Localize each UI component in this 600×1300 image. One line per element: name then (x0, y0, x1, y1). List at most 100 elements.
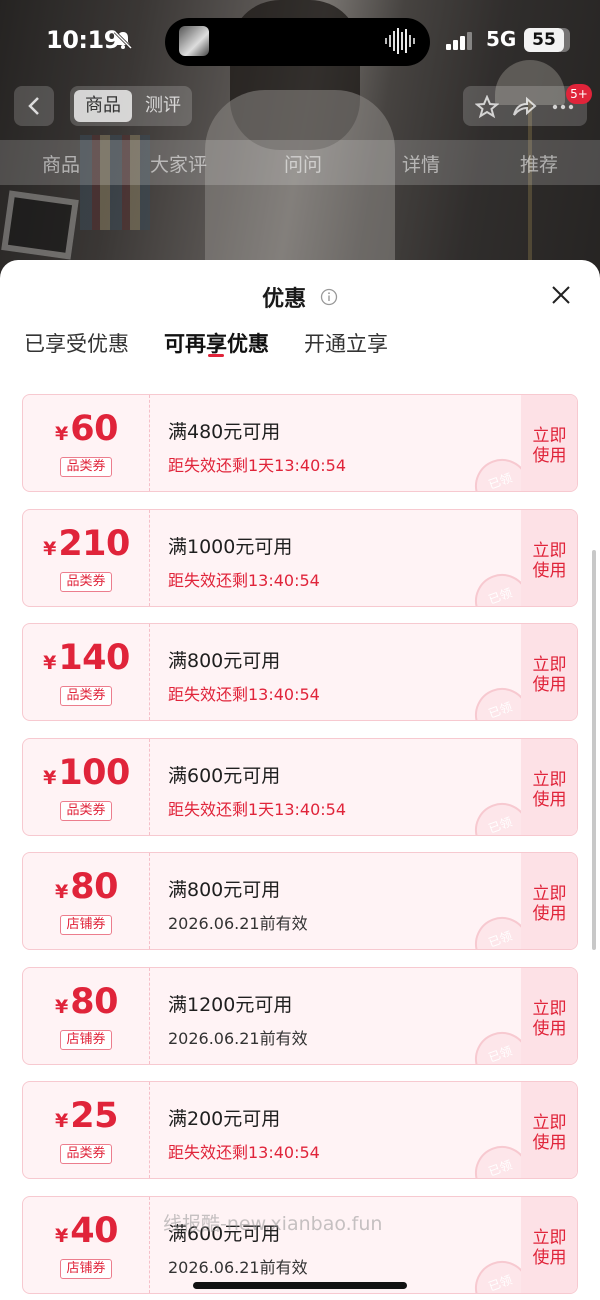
back-button[interactable] (14, 86, 54, 126)
use-now-button[interactable]: 立即 使用 (521, 967, 577, 1064)
coupon-expiry: 距失效还剩1天13:40:54 (168, 456, 347, 475)
use-now-label: 立即 使用 (532, 1227, 567, 1268)
star-icon[interactable] (475, 95, 499, 119)
coupon-expiry: 距失效还剩13:40:54 (168, 570, 320, 590)
coupon-expiry: 距失效还剩13:40:54 (168, 685, 320, 704)
section-nav-item[interactable]: 问问 (284, 150, 322, 177)
coupon-card[interactable]: ¥140 品类券 满800元可用 距失效还剩13:40:54 已领 立即 使用 (22, 623, 578, 721)
coupon-type-tag: 店铺券 (60, 915, 112, 935)
coupon-details: 满1000元可用距失效还剩13:40:54 (168, 510, 518, 606)
section-nav: 商品 大家评 问问 详情 推荐 (0, 140, 600, 185)
currency-symbol: ¥ (43, 537, 57, 560)
coupon-value-area: ¥80 店铺券 (23, 853, 150, 949)
coupon-expiry: 距失效还剩13:40:54 (168, 1143, 320, 1162)
sheet-title: 优惠 (262, 287, 307, 312)
coupon-details: 满480元可用 距失效还剩1天13:40:54 (168, 395, 518, 491)
section-nav-item[interactable]: 大家评 (150, 150, 207, 177)
coupon-details: 满800元可用距失效还剩13:40:54 (168, 624, 518, 720)
coupon-condition: 满800元可用 (168, 879, 281, 901)
tab-review[interactable]: 测评 (138, 90, 188, 122)
coupon-expiry: 2026.06.21前有效 (168, 914, 308, 933)
section-nav-item[interactable]: 商品 (42, 150, 80, 177)
coupon-amount-value: 60 (70, 409, 118, 449)
coupon-amount: ¥140 (23, 638, 150, 678)
coupon-value-area: ¥210 品类券 (23, 509, 150, 606)
use-now-button[interactable]: 立即 使用 (521, 395, 577, 491)
coupon-condition: 满800元可用 (168, 650, 281, 672)
currency-symbol: ¥ (43, 766, 57, 789)
signal-icon (446, 32, 472, 50)
coupon-expiry: 2026.06.21前有效 (168, 1028, 308, 1048)
coupon-card[interactable]: ¥60 品类券 满480元可用 距失效还剩1天13:40:54 已领 立即 使用 (22, 394, 578, 492)
coupon-amount-value: 210 (58, 523, 130, 564)
home-indicator[interactable] (193, 1282, 407, 1289)
scrollbar[interactable] (592, 550, 596, 950)
network-type: 5G (486, 27, 517, 51)
coupon-condition: 满1000元可用 (168, 535, 293, 558)
active-tab-indicator (208, 354, 224, 357)
tab-product[interactable]: 商品 (74, 90, 132, 122)
status-bar: 10:19 5G 55 (0, 18, 600, 66)
coupon-card[interactable]: ¥210 品类券 满1000元可用 距失效还剩13:40:54 已领 立即 使用 (22, 508, 578, 607)
chevron-left-icon (28, 97, 39, 115)
use-now-button[interactable]: 立即 使用 (521, 509, 577, 606)
coupon-value-area: ¥25 品类券 (23, 1082, 150, 1178)
section-nav-item[interactable]: 详情 (402, 150, 440, 177)
section-nav-item[interactable]: 推荐 (520, 150, 558, 177)
waveform-icon (385, 28, 415, 54)
coupon-amount: ¥80 (23, 982, 150, 1022)
use-now-label: 立即 使用 (532, 769, 567, 810)
tab-enjoyed-discounts[interactable]: 已享受优惠 (24, 328, 129, 358)
dynamic-island[interactable] (165, 18, 430, 66)
currency-symbol: ¥ (43, 652, 57, 674)
close-icon[interactable] (549, 283, 573, 307)
coupon-type-tag: 品类券 (60, 1144, 112, 1164)
coupon-amount-value: 140 (58, 638, 130, 678)
top-tab-switcher: 商品 测评 (70, 86, 192, 126)
coupon-type-tag: 品类券 (60, 800, 112, 821)
coupon-value-area: ¥40 店铺券 (23, 1196, 150, 1293)
coupon-type-tag: 店铺券 (60, 1029, 112, 1050)
use-now-label: 立即 使用 (532, 655, 567, 695)
use-now-button[interactable]: 立即 使用 (521, 624, 577, 720)
coupon-type-tag: 品类券 (60, 457, 112, 477)
coupon-details: 满200元可用距失效还剩13:40:54 (168, 1082, 518, 1178)
currency-symbol: ¥ (55, 1224, 69, 1247)
status-time: 10:19 (46, 26, 120, 54)
coupon-value-area: ¥140 品类券 (23, 624, 150, 720)
coupon-amount: ¥25 (23, 1096, 150, 1136)
coupon-condition: 满200元可用 (168, 1108, 281, 1130)
tab-open-to-enjoy[interactable]: 开通立享 (304, 328, 388, 358)
coupon-amount: ¥210 (23, 524, 150, 564)
coupon-expiry: 2026.06.21前有效 (168, 1257, 308, 1277)
use-now-button[interactable]: 立即 使用 (521, 853, 577, 949)
coupon-type-tag: 品类券 (60, 686, 112, 706)
use-now-button[interactable]: 立即 使用 (521, 738, 577, 835)
coupon-card[interactable]: ¥100 品类券 满600元可用 距失效还剩1天13:40:54 已领 立即 使用 (22, 737, 578, 836)
sheet-title-row: 优惠 (0, 281, 600, 313)
use-now-label: 立即 使用 (532, 998, 567, 1039)
currency-symbol: ¥ (55, 881, 69, 903)
coupon-value-area: ¥100 品类券 (23, 738, 150, 835)
now-playing-thumbnail (179, 26, 209, 56)
coupon-condition: 满1200元可用 (168, 993, 293, 1016)
info-icon[interactable] (320, 288, 338, 306)
coupon-type-tag: 品类券 (60, 571, 112, 592)
coupon-amount: ¥100 (23, 753, 150, 793)
use-now-button[interactable]: 立即 使用 (521, 1082, 577, 1178)
coupon-card[interactable]: ¥80 店铺券 满1200元可用 2026.06.21前有效 已领 立即 使用 (22, 966, 578, 1065)
share-icon[interactable] (511, 95, 537, 119)
use-now-button[interactable]: 立即 使用 (521, 1196, 577, 1293)
coupon-amount: ¥80 (23, 867, 150, 907)
notification-badge: 5+ (566, 84, 592, 104)
coupon-card[interactable]: ¥80 店铺券 满800元可用 2026.06.21前有效 已领 立即 使用 (22, 852, 578, 950)
currency-symbol: ¥ (55, 423, 69, 445)
coupon-value-area: ¥60 品类券 (23, 395, 150, 491)
coupon-amount-value: 100 (58, 752, 130, 793)
coupon-details: 满600元可用 距失效还剩1天13:40:54 (168, 739, 518, 835)
currency-symbol: ¥ (55, 995, 69, 1018)
use-now-label: 立即 使用 (532, 884, 567, 924)
coupon-card[interactable]: ¥25 品类券 满200元可用 距失效还剩13:40:54 已领 立即 使用 (22, 1081, 578, 1179)
coupon-type-tag: 店铺券 (60, 1258, 112, 1279)
coupon-details: 满1200元可用 2026.06.21前有效 (168, 968, 518, 1064)
